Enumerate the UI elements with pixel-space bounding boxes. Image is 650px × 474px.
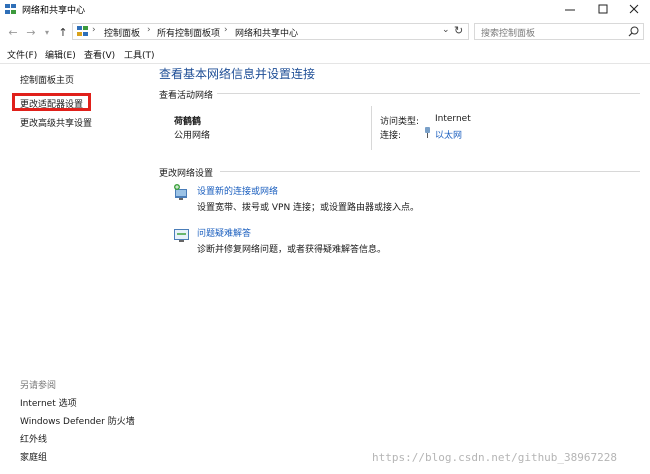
see-also-firewall[interactable]: Windows Defender 防火墙 xyxy=(20,414,135,427)
maximize-icon xyxy=(598,4,608,14)
watermark: https://blog.csdn.net/github_38967228 xyxy=(372,451,618,464)
sidebar-link-control-panel-home[interactable]: 控制面板主页 xyxy=(20,73,74,86)
breadcrumb-separator-icon: › xyxy=(147,25,151,35)
highlight-box xyxy=(12,93,91,111)
control-panel-icon xyxy=(77,26,88,36)
close-icon xyxy=(629,4,639,14)
sidebar-link-advanced-sharing[interactable]: 更改高级共享设置 xyxy=(20,116,92,129)
access-type-value: Internet xyxy=(435,114,471,124)
change-network-settings-heading: 更改网络设置 xyxy=(159,166,218,179)
see-also-homegroup[interactable]: 家庭组 xyxy=(20,450,47,463)
menu-view[interactable]: 查看(V) xyxy=(84,48,115,61)
forward-arrow-icon: → xyxy=(26,25,36,39)
back-arrow-icon: ← xyxy=(8,25,18,39)
breadcrumb-separator-icon: › xyxy=(92,25,96,35)
troubleshoot-icon xyxy=(174,229,189,242)
section-divider xyxy=(220,171,640,172)
see-also-heading: 另请参阅 xyxy=(20,381,57,391)
vertical-divider xyxy=(371,106,372,150)
title-bar xyxy=(0,0,650,18)
task-troubleshoot[interactable]: 问题疑难解答 xyxy=(197,226,251,239)
menu-file[interactable]: 文件(F) xyxy=(7,48,37,61)
see-also-infrared[interactable]: 红外线 xyxy=(20,432,47,445)
back-button[interactable]: ← xyxy=(6,25,20,39)
breadcrumb-separator-icon: › xyxy=(224,25,228,35)
breadcrumb-network-center[interactable]: 网络和共享中心 xyxy=(235,26,298,39)
search-icon[interactable] xyxy=(628,26,639,37)
window-title: 网络和共享中心 xyxy=(22,6,86,16)
chevron-down-icon: ⌄ xyxy=(442,25,450,35)
active-networks-heading: 查看活动网络 xyxy=(159,88,218,101)
network-name: 荷鹤鹤 xyxy=(174,117,202,127)
new-connection-icon xyxy=(174,184,187,200)
access-type-label: 访问类型: xyxy=(380,117,420,127)
minimize-button[interactable] xyxy=(554,0,586,18)
minimize-icon xyxy=(565,9,575,11)
task-new-connection-description: 设置宽带、拨号或 VPN 连接；或设置路由器或接入点。 xyxy=(197,203,420,213)
refresh-button[interactable]: ↻ xyxy=(454,24,463,37)
menu-tools[interactable]: 工具(T) xyxy=(124,48,155,61)
connection-label: 连接: xyxy=(380,131,402,141)
section-divider xyxy=(210,93,640,94)
network-type: 公用网络 xyxy=(174,131,211,141)
forward-button[interactable]: → xyxy=(24,25,38,39)
chevron-down-icon: ▾ xyxy=(44,27,49,37)
menu-edit[interactable]: 编辑(E) xyxy=(45,48,76,61)
address-dropdown-button[interactable]: ⌄ xyxy=(442,25,450,35)
up-button[interactable]: ↑ xyxy=(56,25,70,39)
see-also-internet-options[interactable]: Internet 选项 xyxy=(20,396,77,409)
breadcrumb-control-panel[interactable]: 控制面板 xyxy=(104,26,140,39)
network-center-icon xyxy=(5,4,16,14)
search-input[interactable]: 搜索控制面板 xyxy=(481,26,535,39)
task-troubleshoot-description: 诊断并修复网络问题，或者获得疑难解答信息。 xyxy=(197,245,387,255)
breadcrumb-all-items[interactable]: 所有控制面板项 xyxy=(157,26,220,39)
ethernet-icon xyxy=(425,127,430,138)
up-arrow-icon: ↑ xyxy=(58,25,68,39)
task-new-connection[interactable]: 设置新的连接或网络 xyxy=(197,184,278,197)
close-button[interactable] xyxy=(618,0,650,18)
page-title: 查看基本网络信息并设置连接 xyxy=(159,67,316,81)
refresh-icon: ↻ xyxy=(454,24,464,37)
maximize-button[interactable] xyxy=(587,0,619,18)
menu-divider xyxy=(0,63,650,64)
ethernet-link[interactable]: 以太网 xyxy=(435,128,462,141)
recent-locations-button[interactable]: ▾ xyxy=(40,25,54,39)
